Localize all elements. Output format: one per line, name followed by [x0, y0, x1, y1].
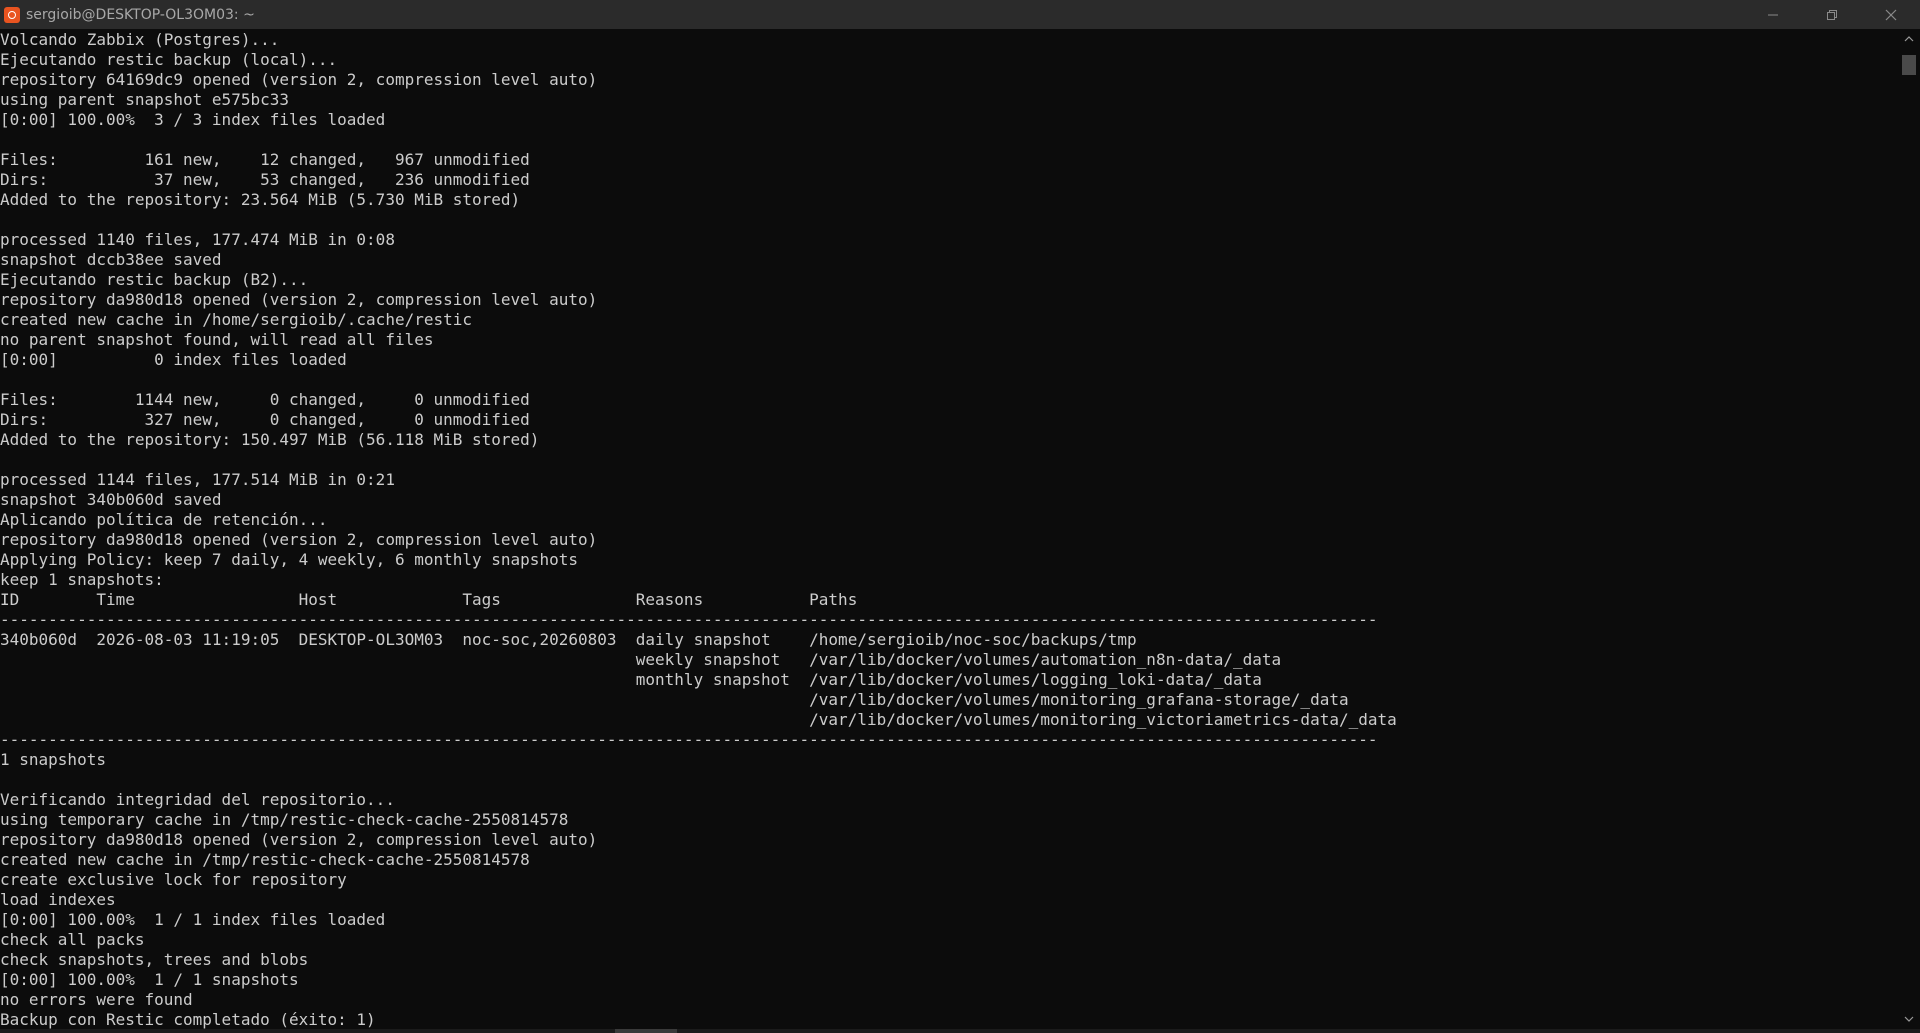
horizontal-scrollbar[interactable]: [0, 1029, 1920, 1033]
terminal-line: [0:00] 100.00% 1 / 1 snapshots: [0, 970, 299, 989]
terminal-line: /var/lib/docker/volumes/monitoring_grafa…: [0, 690, 1349, 709]
terminal-line: snapshot dccb38ee saved: [0, 250, 222, 269]
terminal-line: created new cache in /tmp/restic-check-c…: [0, 850, 530, 869]
terminal-line: no parent snapshot found, will read all …: [0, 330, 434, 349]
terminal-line: ----------------------------------------…: [0, 730, 1378, 749]
terminal-line: weekly snapshot /var/lib/docker/volumes/…: [0, 650, 1282, 669]
chevron-down-icon: [1904, 1016, 1914, 1022]
terminal-line: [0:00] 100.00% 3 / 3 index files loaded: [0, 110, 386, 129]
close-button[interactable]: [1861, 0, 1920, 29]
close-icon: [1885, 9, 1896, 20]
terminal-line: Verificando integridad del repositorio..…: [0, 790, 395, 809]
terminal-line: processed 1140 files, 177.474 MiB in 0:0…: [0, 230, 395, 249]
terminal-line: Added to the repository: 150.497 MiB (56…: [0, 430, 540, 449]
terminal-line: Dirs: 327 new, 0 changed, 0 unmodified: [0, 410, 530, 429]
terminal-line: Ejecutando restic backup (B2)...: [0, 270, 309, 289]
terminal-line: 340b060d 2026-08-03 11:19:05 DESKTOP-OL3…: [0, 630, 1137, 649]
terminal-line: load indexes: [0, 890, 116, 909]
terminal-output: Volcando Zabbix (Postgres)... Ejecutando…: [0, 29, 1898, 1029]
terminal-line: Added to the repository: 23.564 MiB (5.7…: [0, 190, 521, 209]
terminal-line: check snapshots, trees and blobs: [0, 950, 309, 969]
minimize-icon: [1767, 14, 1778, 15]
terminal-line: Applying Policy: keep 7 daily, 4 weekly,…: [0, 550, 578, 569]
vertical-scrollbar[interactable]: [1898, 29, 1920, 1029]
minimize-button[interactable]: [1743, 0, 1802, 29]
terminal-line: Volcando Zabbix (Postgres)...: [0, 30, 280, 49]
terminal-line: monthly snapshot /var/lib/docker/volumes…: [0, 670, 1262, 689]
terminal-line: /var/lib/docker/volumes/monitoring_victo…: [0, 710, 1397, 729]
window-controls: [1743, 0, 1920, 29]
terminal-line: Ejecutando restic backup (local)...: [0, 50, 338, 69]
terminal-line: ----------------------------------------…: [0, 610, 1378, 629]
terminal-line: [0:00] 100.00% 1 / 1 index files loaded: [0, 910, 386, 929]
ubuntu-terminal-icon: [4, 6, 20, 23]
terminal-line: ID Time Host Tags Reasons Paths: [0, 590, 858, 609]
title-bar[interactable]: sergioib@DESKTOP-OL3OM03: ~: [0, 0, 1920, 29]
terminal-line: [0:00] 0 index files loaded: [0, 350, 347, 369]
terminal-line: keep 1 snapshots:: [0, 570, 164, 589]
terminal-line: no errors were found: [0, 990, 193, 1009]
terminal-line: using temporary cache in /tmp/restic-che…: [0, 810, 569, 829]
terminal-window: sergioib@DESKTOP-OL3OM03: ~ Volcando Zab…: [0, 0, 1920, 1033]
terminal-line: processed 1144 files, 177.514 MiB in 0:2…: [0, 470, 395, 489]
terminal-line: repository da980d18 opened (version 2, c…: [0, 290, 598, 309]
terminal-line: Backup con Restic completado (éxito: 1): [0, 1010, 376, 1029]
terminal-line: Dirs: 37 new, 53 changed, 236 unmodified: [0, 170, 530, 189]
terminal-line: using parent snapshot e575bc33: [0, 90, 289, 109]
terminal-line: repository 64169dc9 opened (version 2, c…: [0, 70, 598, 89]
terminal-line: check all packs: [0, 930, 145, 949]
terminal-line: repository da980d18 opened (version 2, c…: [0, 830, 598, 849]
terminal-line: Aplicando política de retención...: [0, 510, 328, 529]
terminal-line: created new cache in /home/sergioib/.cac…: [0, 310, 473, 329]
terminal-line: Files: 161 new, 12 changed, 967 unmodifi…: [0, 150, 530, 169]
terminal-line: snapshot 340b060d saved: [0, 490, 222, 509]
chevron-up-icon: [1904, 36, 1914, 42]
horizontal-scrollbar-thumb[interactable]: [615, 1029, 677, 1033]
scroll-up-button[interactable]: [1898, 29, 1920, 49]
scroll-down-button[interactable]: [1898, 1009, 1920, 1029]
terminal-line: create exclusive lock for repository: [0, 870, 347, 889]
scrollbar-thumb[interactable]: [1902, 55, 1916, 75]
restore-icon: [1826, 9, 1837, 20]
terminal-line: Files: 1144 new, 0 changed, 0 unmodified: [0, 390, 530, 409]
terminal-line: repository da980d18 opened (version 2, c…: [0, 530, 598, 549]
window-title: sergioib@DESKTOP-OL3OM03: ~: [26, 6, 255, 23]
terminal-area[interactable]: Volcando Zabbix (Postgres)... Ejecutando…: [0, 29, 1898, 1029]
terminal-line: 1 snapshots: [0, 750, 106, 769]
restore-button[interactable]: [1802, 0, 1861, 29]
